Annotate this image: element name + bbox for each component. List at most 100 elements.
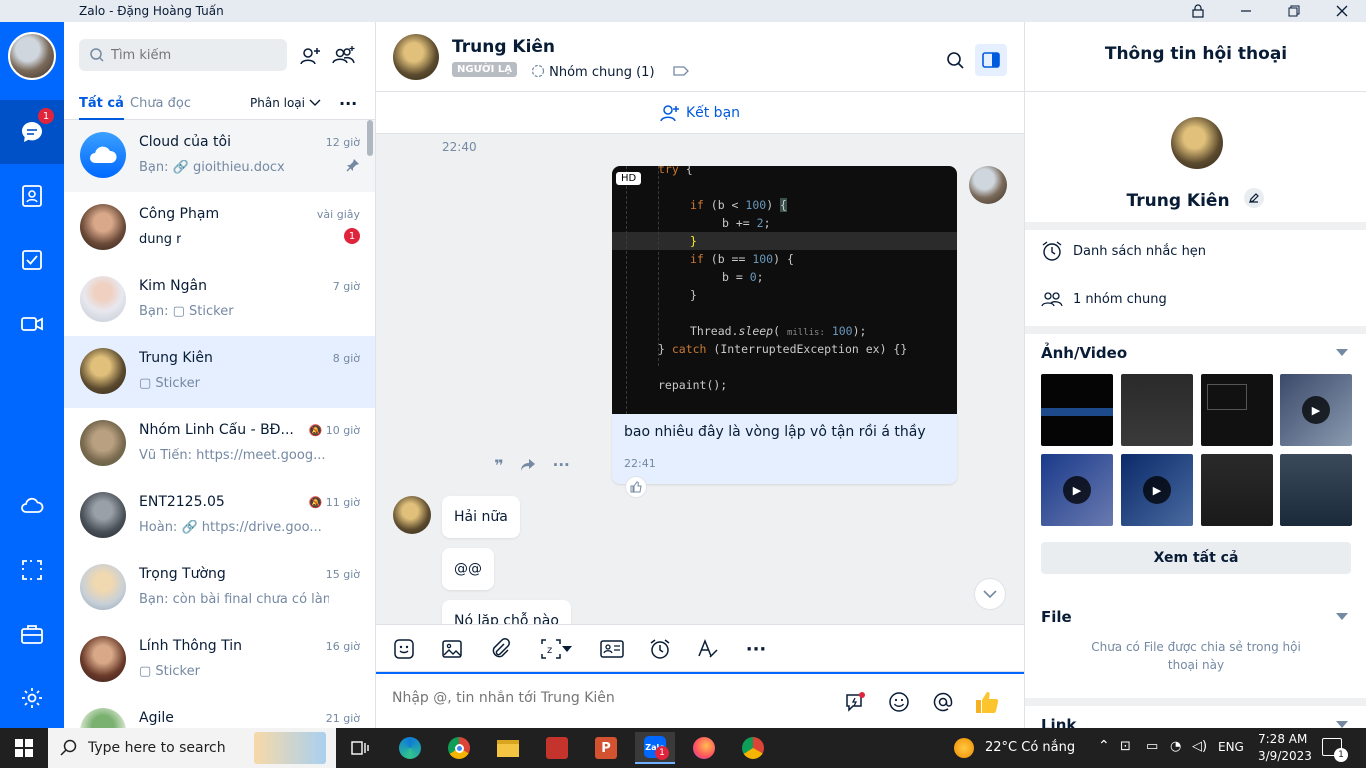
message-input[interactable]: [392, 690, 822, 706]
business-card-icon[interactable]: [598, 635, 626, 663]
attachment-icon[interactable]: [486, 635, 514, 663]
common-groups-row[interactable]: 1 nhóm chung: [1041, 290, 1167, 308]
mention-icon[interactable]: [929, 688, 957, 716]
media-thumbnail[interactable]: [1201, 374, 1273, 446]
common-groups-link[interactable]: Nhóm chung (1): [531, 64, 689, 80]
emoji-icon[interactable]: [885, 688, 913, 716]
conversation-item[interactable]: Kim Ngân 7 giờ Bạn: ▢ Sticker: [64, 264, 375, 336]
firefox-icon[interactable]: [684, 732, 724, 764]
reminder-list-row[interactable]: Danh sách nhắc hẹn: [1041, 240, 1206, 262]
zalo-taskbar-icon[interactable]: Zalo 1: [635, 732, 675, 764]
list-scrollbar[interactable]: [367, 120, 373, 156]
toggle-info-panel-icon[interactable]: [975, 44, 1007, 76]
app-icon[interactable]: [537, 732, 577, 764]
received-message[interactable]: Nó lặp chỗ nào: [442, 600, 571, 624]
chat-avatar[interactable]: [393, 34, 439, 80]
wifi-icon[interactable]: ◔: [1170, 739, 1181, 754]
conversation-item[interactable]: Nhóm Linh Cẩu - BĐ... 🔕 10 giờ Vũ Tiến: …: [64, 408, 375, 480]
file-section-title[interactable]: File: [1041, 608, 1072, 626]
battery-icon[interactable]: ▭: [1146, 739, 1158, 754]
edge-icon[interactable]: [390, 732, 430, 764]
media-thumbnail[interactable]: [1280, 454, 1352, 526]
conversation-item[interactable]: Trọng Tường 15 giờ Bạn: còn bài final ch…: [64, 552, 375, 624]
link-section-title[interactable]: Link: [1041, 716, 1076, 728]
conversation-item[interactable]: Công Phạm vài giây dung r 1: [64, 192, 375, 264]
nav-video[interactable]: [0, 292, 64, 356]
thumbs-up-icon[interactable]: [973, 688, 1001, 716]
quick-message-icon[interactable]: [841, 688, 869, 716]
windows-start-button[interactable]: [4, 732, 44, 764]
reminder-icon[interactable]: [646, 635, 674, 663]
media-thumbnail[interactable]: ▶: [1041, 454, 1113, 526]
volume-icon[interactable]: ◁): [1192, 739, 1207, 754]
text-format-icon[interactable]: [694, 635, 722, 663]
classify-dropdown[interactable]: Phân loại: [250, 96, 321, 110]
minimize-button[interactable]: [1223, 0, 1269, 22]
more-icon[interactable]: ···: [553, 456, 570, 474]
close-button[interactable]: [1319, 0, 1365, 22]
nav-messages[interactable]: 1: [0, 100, 64, 164]
tab-unread[interactable]: Chưa đọc: [130, 96, 191, 111]
media-thumbnail[interactable]: [1201, 454, 1273, 526]
weather-icon[interactable]: [954, 738, 974, 758]
see-all-button[interactable]: Xem tất cả: [1041, 542, 1351, 574]
media-section-title[interactable]: Ảnh/Video: [1041, 344, 1127, 362]
tag-icon[interactable]: [673, 65, 689, 77]
nav-settings[interactable]: [0, 666, 64, 730]
search-icon[interactable]: [939, 44, 971, 76]
add-friend-bar[interactable]: Kết bạn: [376, 92, 1024, 134]
conversation-item[interactable]: Agile 21 giờ: [64, 696, 375, 728]
powerpoint-icon[interactable]: P: [586, 732, 626, 764]
taskbar-search[interactable]: Type here to search: [48, 728, 336, 768]
task-view-icon[interactable]: [340, 732, 380, 764]
received-message[interactable]: Hải nữa: [442, 496, 520, 538]
restore-button[interactable]: [1271, 0, 1317, 22]
media-thumbnail[interactable]: ▶: [1121, 454, 1193, 526]
clock-time[interactable]: 7:28 AM: [1258, 732, 1307, 746]
chat-title[interactable]: Trung Kiên: [452, 37, 555, 57]
more-icon[interactable]: ···: [742, 635, 770, 663]
screenshot-icon[interactable]: z: [534, 635, 578, 663]
search-box[interactable]: [79, 39, 287, 71]
sticker-icon[interactable]: [390, 635, 418, 663]
nav-todo[interactable]: [0, 228, 64, 292]
collapse-file-icon[interactable]: [1336, 613, 1348, 620]
quote-icon[interactable]: ❞: [494, 456, 503, 475]
language-indicator[interactable]: ENG: [1218, 740, 1244, 754]
edit-icon[interactable]: [1243, 187, 1265, 209]
forward-icon[interactable]: [520, 458, 536, 472]
more-icon[interactable]: ···: [339, 94, 357, 113]
conversation-item[interactable]: Trung Kiên 8 giờ ▢ Sticker: [64, 336, 375, 408]
add-friend-icon[interactable]: [296, 42, 324, 70]
nav-contacts[interactable]: [0, 164, 64, 228]
nav-cloud[interactable]: [0, 474, 64, 538]
search-input[interactable]: [111, 47, 281, 63]
image-icon[interactable]: [438, 635, 466, 663]
tab-all[interactable]: Tất cả: [79, 96, 124, 120]
media-thumbnail[interactable]: ▶: [1280, 374, 1352, 446]
like-reaction-button[interactable]: [625, 476, 647, 498]
nav-capture[interactable]: [0, 538, 64, 602]
create-group-icon[interactable]: [330, 42, 358, 70]
my-message-bubble[interactable]: bao nhiêu đây là vòng lập vô tận rồi á t…: [612, 414, 957, 484]
collapse-link-icon[interactable]: [1336, 721, 1348, 728]
conversation-item[interactable]: ENT2125.05 🔕 11 giờ Hoàn: 🔗 https://driv…: [64, 480, 375, 552]
weather-text[interactable]: 22°C Có nắng: [985, 740, 1075, 755]
conversation-item[interactable]: Cloud của tôi 12 giờ Bạn: 🔗 gioithieu.do…: [64, 120, 375, 192]
chevron-up-icon[interactable]: ⌃: [1098, 738, 1110, 754]
sender-avatar[interactable]: [393, 496, 431, 534]
file-explorer-icon[interactable]: [488, 732, 528, 764]
nav-toolbox[interactable]: [0, 602, 64, 666]
lock-icon[interactable]: [1175, 0, 1221, 22]
chrome-icon[interactable]: [439, 732, 479, 764]
chrome-profile-icon[interactable]: [733, 732, 773, 764]
scroll-down-button[interactable]: [974, 578, 1006, 610]
conversation-item[interactable]: Lính Thông Tin 16 giờ ▢ Sticker: [64, 624, 375, 696]
network-icon[interactable]: ⊡: [1120, 739, 1131, 754]
media-thumbnail[interactable]: [1121, 374, 1193, 446]
my-avatar[interactable]: [969, 166, 1007, 204]
user-avatar[interactable]: [8, 32, 56, 80]
received-message[interactable]: @@: [442, 548, 494, 590]
collapse-media-icon[interactable]: [1336, 349, 1348, 356]
profile-avatar[interactable]: [1171, 117, 1223, 169]
